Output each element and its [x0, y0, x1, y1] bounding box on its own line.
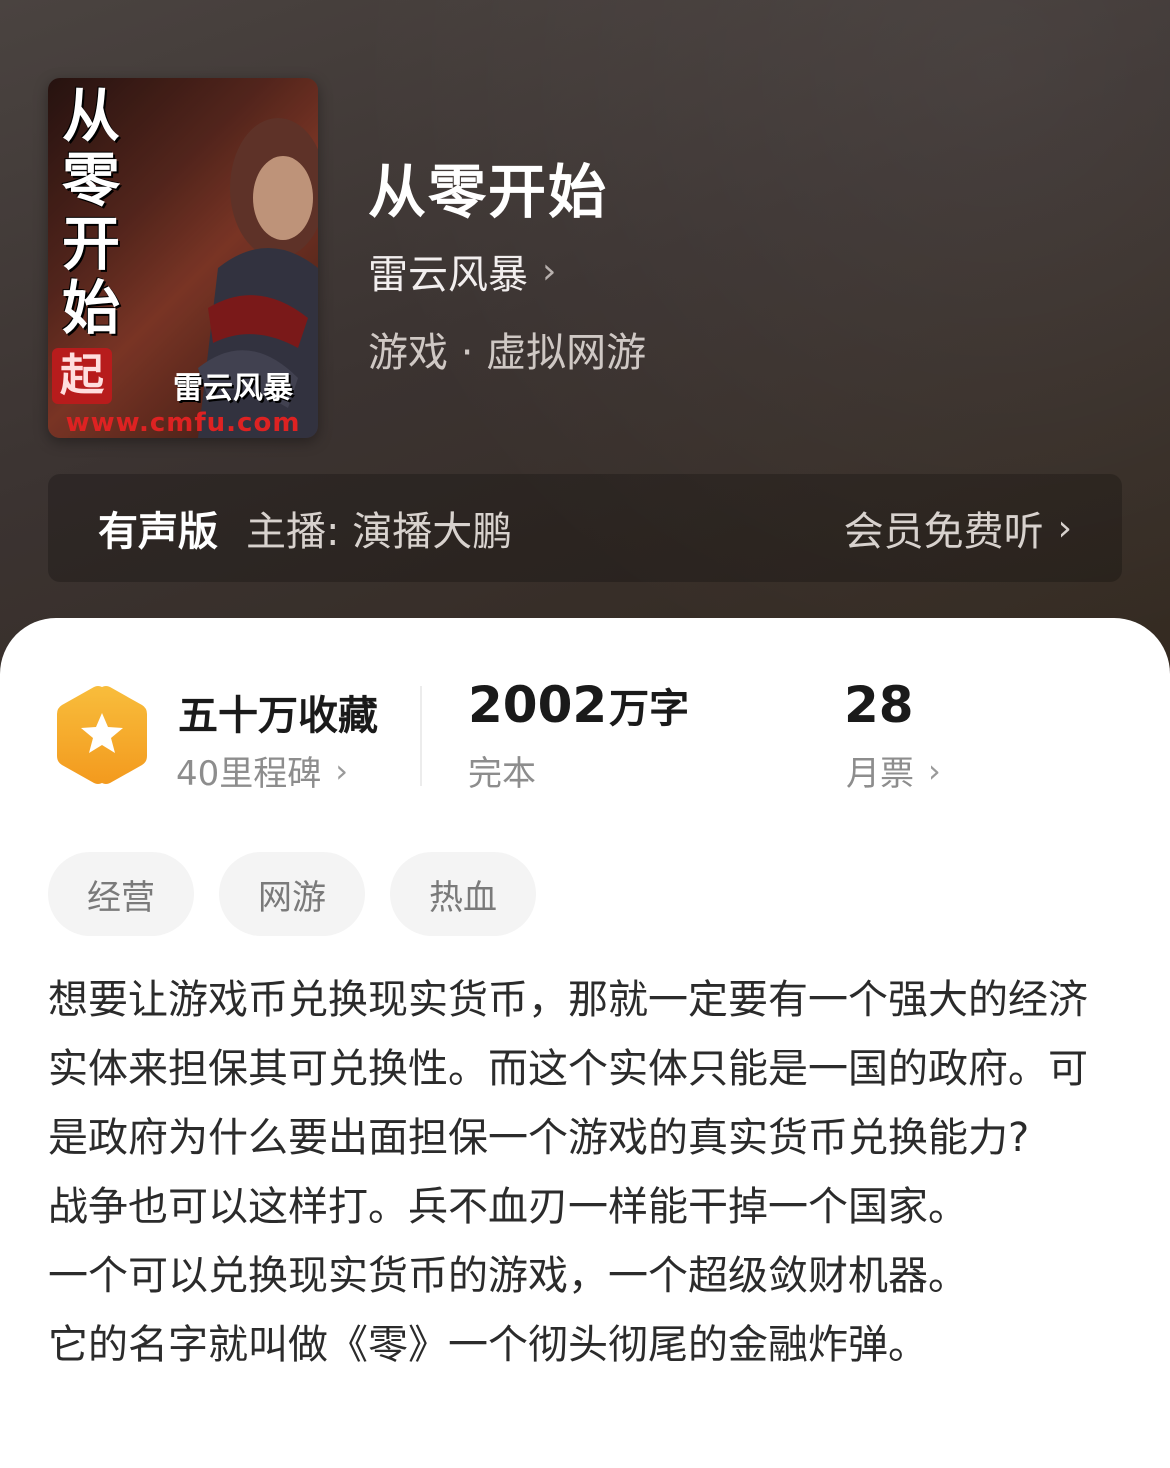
chevron-right-icon: ›: [335, 751, 349, 790]
audio-version-bar[interactable]: 有声版 主播: 演播大鹏 会员免费听 ›: [48, 474, 1122, 582]
cover-url-text: www.cmfu.com: [65, 408, 301, 438]
cover-author-text: 雷云风暴: [173, 371, 293, 406]
cover-title-text: 从 零 开 始: [61, 82, 120, 342]
word-count-unit: 万字: [609, 686, 690, 732]
word-count: 2002 万字: [468, 676, 689, 734]
description-paragraph: 一个可以兑换现实货币的游戏，一个超级敛财机器。: [48, 1253, 968, 1299]
author-link[interactable]: 雷云风暴 ›: [368, 242, 556, 300]
stat-divider: [420, 686, 422, 786]
chevron-right-icon: ›: [1057, 507, 1072, 549]
book-title: 从零开始: [368, 158, 609, 226]
milestone-link[interactable]: 40里程碑 ›: [176, 746, 348, 795]
audio-host: 主播: 演播大鹏: [246, 509, 513, 555]
word-count-number: 2002: [468, 676, 608, 734]
monthly-ticket-label: 月票: [846, 754, 914, 794]
chevron-right-icon: ›: [928, 751, 941, 790]
completion-status: 完本: [468, 754, 536, 794]
monthly-ticket-count: 28: [844, 676, 914, 734]
member-free-listen-button[interactable]: 会员免费听 ›: [844, 499, 1072, 557]
book-genre: 游戏 · 虚拟网游: [368, 330, 647, 376]
collection-count: 五十万收藏: [178, 693, 378, 739]
monthly-ticket-link[interactable]: 月票 ›: [846, 746, 941, 795]
book-description: 想要让游戏币兑换现实货币，那就一定要有一个强大的经济实体来担保其可兑换性。而这个…: [48, 966, 1122, 1380]
book-cover[interactable]: 从 零 开 始 起 雷云风暴 www.cmfu.com: [48, 78, 318, 438]
tag-chip[interactable]: 网游: [219, 852, 365, 936]
chevron-right-icon: ›: [542, 250, 557, 292]
tag-chip[interactable]: 热血: [390, 852, 536, 936]
tag-chip[interactable]: 经营: [48, 852, 194, 936]
member-free-listen-label: 会员免费听: [843, 509, 1044, 555]
description-paragraph: 想要让游戏币兑换现实货币，那就一定要有一个强大的经济实体来担保其可兑换性。而这个…: [48, 977, 1088, 1161]
author-name: 雷云风暴: [368, 252, 528, 298]
star-badge-icon: [57, 686, 147, 784]
milestone-label: 40里程碑: [176, 754, 322, 794]
description-paragraph: 战争也可以这样打。兵不血刃一样能干掉一个国家。: [48, 1184, 968, 1230]
cover-seal: 起: [52, 348, 112, 404]
audio-label: 有声版: [98, 509, 218, 555]
description-paragraph: 它的名字就叫做《零》一个彻头彻尾的金融炸弹。: [48, 1322, 928, 1368]
